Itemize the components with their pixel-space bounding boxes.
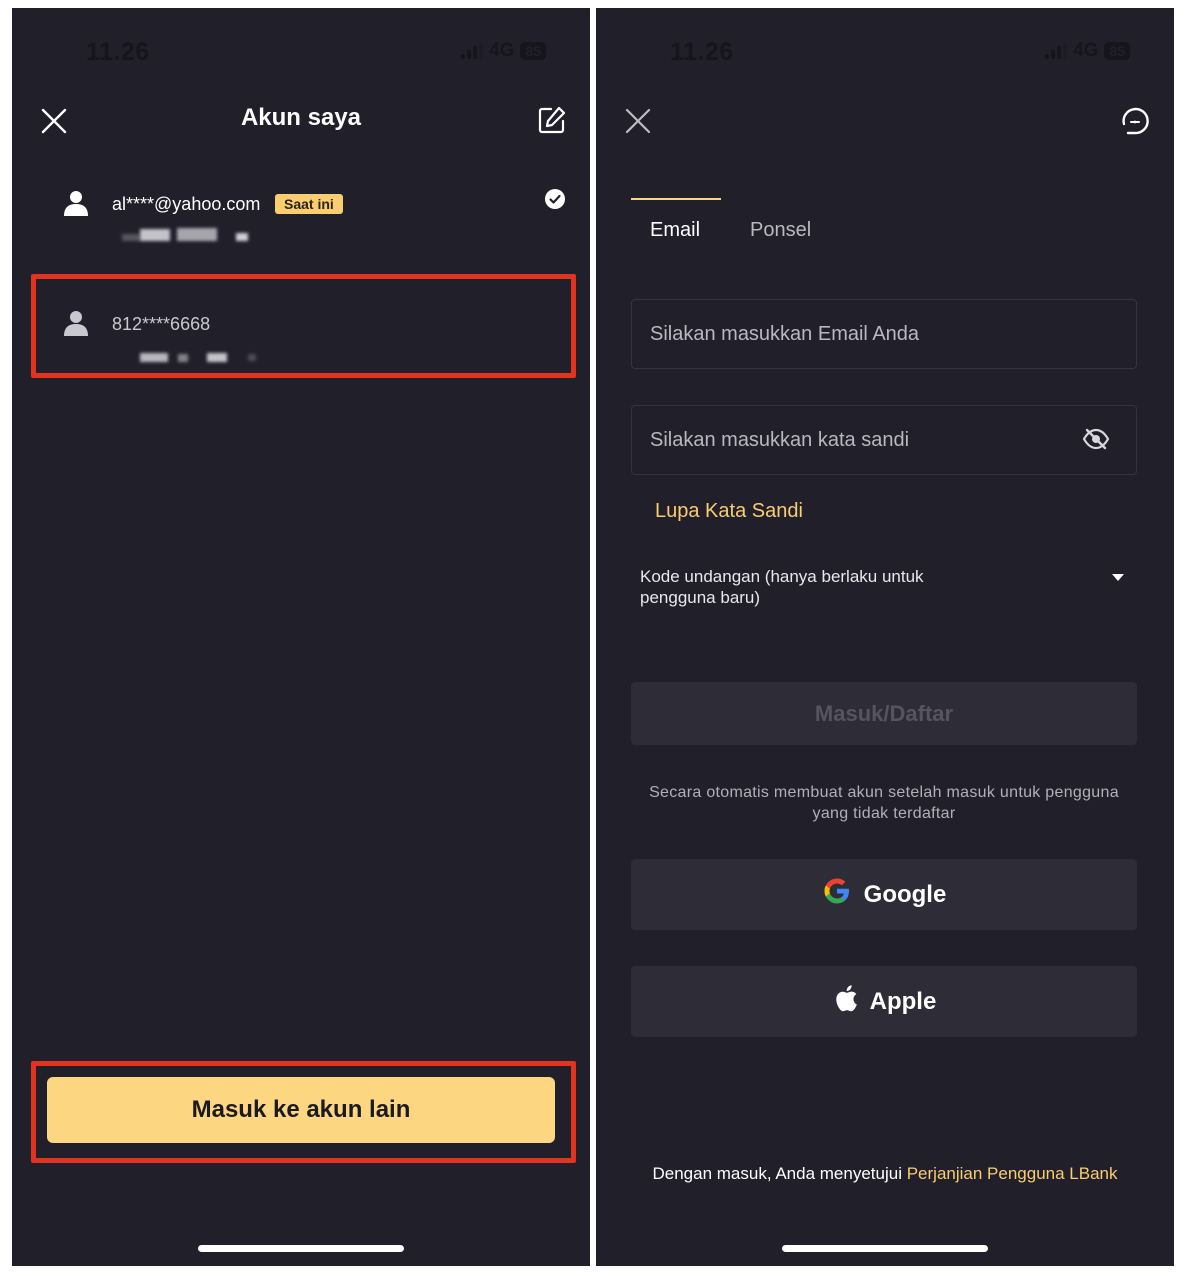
google-label: Google bbox=[863, 880, 947, 908]
home-indicator bbox=[782, 1245, 988, 1252]
masked-detail bbox=[140, 229, 170, 241]
battery-level: 85 bbox=[1104, 42, 1130, 60]
login-register-button[interactable]: Masuk/Daftar bbox=[631, 682, 1137, 745]
current-badge: Saat ini bbox=[275, 194, 343, 214]
apple-login-button[interactable]: Apple bbox=[631, 966, 1137, 1037]
eye-off-icon[interactable] bbox=[1082, 428, 1110, 455]
invite-code-toggle[interactable]: Kode undangan (hanya berlaku untuk pengg… bbox=[640, 566, 1000, 608]
network-type: 4G bbox=[489, 40, 515, 61]
account-item-current[interactable]: al****@yahoo.com Saat ini bbox=[12, 184, 590, 274]
apple-icon bbox=[832, 983, 858, 1020]
account-switcher-screen: 11.26 4G 85 Akun saya al****@yahoo.com S… bbox=[12, 8, 590, 1266]
terms-link[interactable]: Perjanjian Pengguna LBank bbox=[907, 1164, 1118, 1183]
forgot-password-link[interactable]: Lupa Kata Sandi bbox=[655, 500, 803, 523]
email-field[interactable]: Silakan masukkan Email Anda bbox=[631, 299, 1137, 369]
password-field[interactable]: Silakan masukkan kata sandi bbox=[631, 405, 1137, 475]
status-time: 11.26 bbox=[86, 38, 150, 66]
tab-email[interactable]: Email bbox=[650, 219, 700, 242]
page-title: Akun saya bbox=[240, 104, 362, 131]
close-icon[interactable] bbox=[622, 105, 654, 137]
login-other-account-button[interactable]: Masuk ke akun lain bbox=[47, 1077, 555, 1143]
status-bar: 4G 85 bbox=[1045, 40, 1130, 62]
email-placeholder: Silakan masukkan Email Anda bbox=[650, 323, 920, 345]
password-placeholder: Silakan masukkan kata sandi bbox=[650, 429, 910, 451]
signal-icon bbox=[1045, 43, 1068, 59]
user-icon bbox=[64, 190, 88, 221]
signal-icon bbox=[461, 43, 484, 59]
account-name: al****@yahoo.com bbox=[112, 194, 261, 214]
google-login-button[interactable]: Google bbox=[631, 859, 1137, 930]
masked-detail bbox=[122, 234, 140, 241]
home-indicator bbox=[198, 1245, 404, 1252]
masked-detail bbox=[236, 233, 248, 241]
status-time: 11.26 bbox=[670, 38, 734, 66]
masked-detail bbox=[177, 228, 217, 241]
support-icon[interactable] bbox=[1118, 104, 1152, 138]
check-circle-icon bbox=[545, 189, 565, 209]
terms-prefix: Dengan masuk, Anda menyetujui bbox=[652, 1164, 902, 1183]
battery-level: 85 bbox=[520, 42, 546, 60]
dropdown-caret-icon[interactable] bbox=[1112, 574, 1124, 581]
google-icon bbox=[822, 876, 852, 913]
highlight-frame bbox=[31, 274, 576, 378]
edit-icon[interactable] bbox=[536, 104, 568, 136]
active-tab-indicator bbox=[631, 198, 721, 200]
login-screen: 11.26 4G 85 Email Ponsel Silakan masukka… bbox=[596, 8, 1174, 1266]
auto-create-note: Secara otomatis membuat akun setelah mas… bbox=[649, 784, 1119, 822]
apple-label: Apple bbox=[869, 987, 937, 1015]
terms-text: Dengan masuk, Anda menyetujui Perjanjian… bbox=[596, 1164, 1174, 1184]
network-type: 4G bbox=[1073, 40, 1099, 61]
tab-ponsel[interactable]: Ponsel bbox=[750, 219, 811, 242]
status-bar: 4G 85 bbox=[461, 40, 546, 62]
